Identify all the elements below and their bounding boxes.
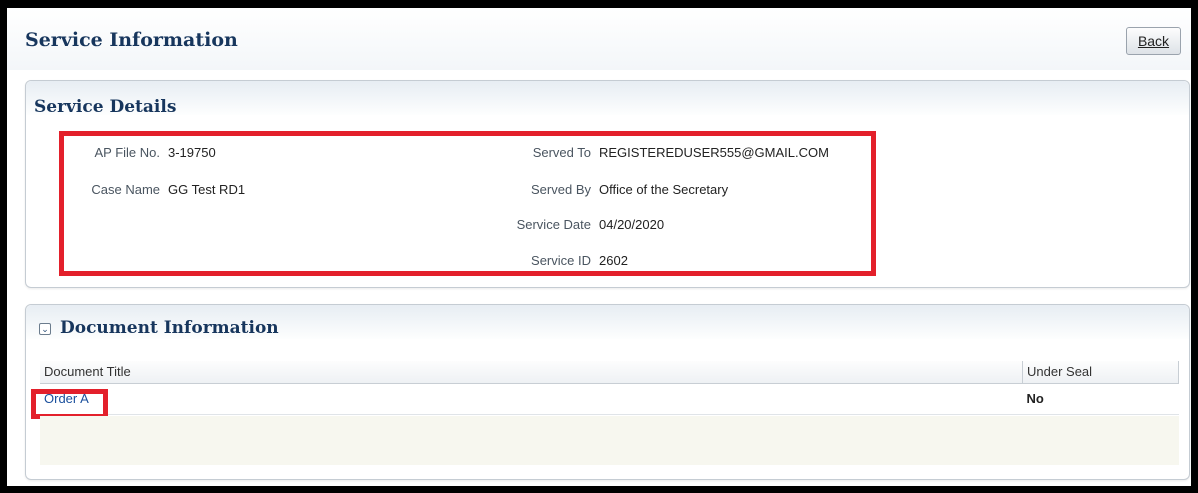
table-header-row: Document Title Under Seal (40, 361, 1179, 384)
collapse-chevron-icon[interactable]: ⌄ (39, 323, 51, 335)
window-frame: Service Information Back Service Details… (0, 0, 1198, 493)
ap-file-label: AP File No. (94, 145, 160, 160)
back-button[interactable]: Back (1126, 27, 1181, 55)
service-date-label: Service Date (516, 217, 591, 232)
empty-table-area (40, 416, 1179, 465)
highlight-box-document (31, 389, 108, 419)
case-name-label: Case Name (91, 182, 160, 197)
served-to-label: Served To (532, 145, 591, 160)
page-title: Service Information (25, 29, 238, 51)
service-details-panel: Service Details AP File No. 3-19750 Case… (25, 80, 1190, 288)
column-header-under-seal[interactable]: Under Seal (1022, 361, 1179, 384)
column-header-document-title[interactable]: Document Title (40, 361, 1023, 384)
service-details-header (26, 81, 1189, 115)
page-header: Service Information Back (7, 8, 1191, 70)
table-row: Order A No (40, 383, 1179, 415)
served-by-label: Served By (531, 182, 591, 197)
case-name-value: GG Test RD1 (168, 182, 246, 197)
service-date-value: 04/20/2020 (599, 217, 665, 232)
service-id-value: 2602 (599, 253, 628, 268)
document-information-title: Document Information (60, 318, 279, 338)
document-title-cell: Order A (40, 383, 1023, 415)
service-id-label: Service ID (531, 253, 591, 268)
ap-file-value: 3-19750 (168, 145, 216, 160)
served-to-value: REGISTEREDUSER555@GMAIL.COM (599, 145, 829, 160)
under-seal-cell: No (1022, 383, 1179, 415)
served-by-value: Office of the Secretary (599, 182, 729, 197)
documents-table: Document Title Under Seal Order A No (40, 361, 1179, 415)
service-details-title: Service Details (34, 97, 177, 117)
back-button-label: Back (1137, 33, 1170, 49)
document-information-panel: ⌄ Document Information Document Title Un… (25, 304, 1190, 480)
